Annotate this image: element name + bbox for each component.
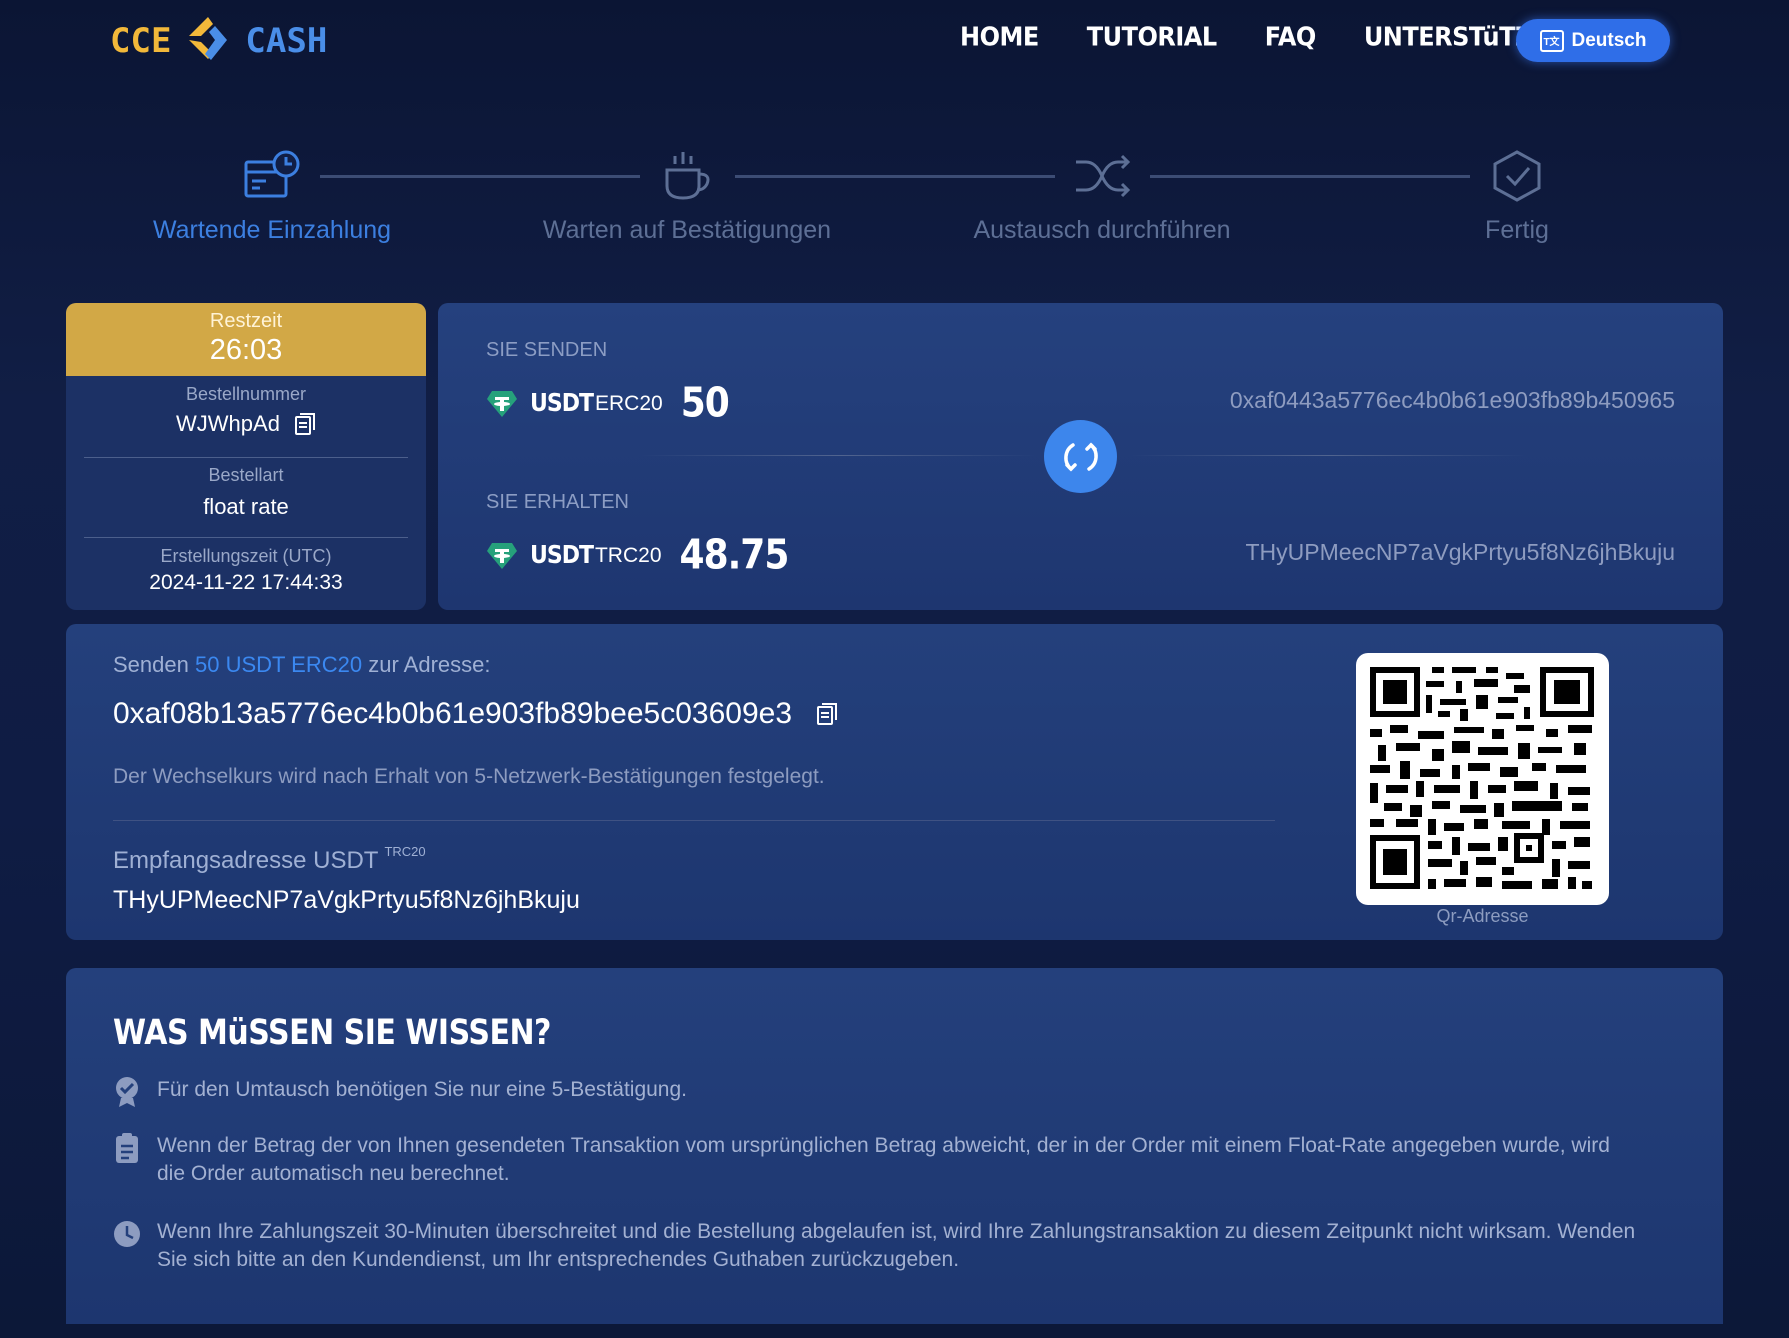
divider <box>1128 455 1528 456</box>
receive-row: USDT TRC20 48.75 <box>486 531 790 580</box>
exchange-summary: SIE SENDEN USDT ERC20 50 0xaf0443a5776ec… <box>438 303 1723 610</box>
qr-code <box>1356 653 1609 905</box>
info-text: Wenn der Betrag der von Ihnen gesendeten… <box>157 1134 1610 1185</box>
order-type-label: Bestellart <box>208 465 284 485</box>
deposit-address[interactable]: 0xaf08b13a5776ec4b0b61e903fb89bee5c03609… <box>113 697 792 731</box>
send-amount: 50 <box>680 379 730 428</box>
step-label: Wartende Einzahlung <box>152 216 392 244</box>
timer: Restzeit 26:03 <box>66 303 426 376</box>
tether-icon <box>487 390 517 417</box>
step-label: Fertig <box>1485 216 1549 244</box>
language-icon: T文 <box>1539 29 1564 52</box>
timer-label: Restzeit <box>209 310 283 332</box>
send-amount-highlight: 50 USDT ERC20 <box>194 652 363 677</box>
send-label: SIE SENDEN <box>486 339 608 361</box>
logo-mark-icon <box>189 17 228 60</box>
info-item: Wenn der Betrag der von Ihnen gesendeten… <box>113 1132 1637 1188</box>
rate-note: Der Wechselkurs wird nach Erhalt von 5-N… <box>113 765 825 788</box>
language-button[interactable]: T文 Deutsch <box>1516 19 1670 62</box>
coffee-cup-icon <box>665 152 710 200</box>
send-network: ERC20 <box>594 391 663 415</box>
clipboard-icon <box>116 1133 138 1163</box>
receive-label: SIE ERHALTEN <box>486 491 629 513</box>
receive-network: TRC20 <box>594 543 662 567</box>
info-item: Für den Umtausch benötigen Sie nur eine … <box>113 1076 1637 1108</box>
info-text: Wenn Ihre Zahlungszeit 30-Minuten übersc… <box>157 1220 1636 1271</box>
order-number-row: Bestellnummer WJWhpAd <box>66 376 426 457</box>
info-panel: WAS MüSSEN SIE WISSEN? Für den Umtausch … <box>66 968 1723 1324</box>
tether-icon <box>487 542 517 569</box>
qr-code-image <box>1370 667 1594 889</box>
clock-icon <box>114 1221 140 1247</box>
deposit-panel: Senden 50 USDT ERC20 zur Adresse: 0xaf08… <box>66 624 1723 940</box>
step-exchange: Austausch durchführen <box>932 140 1272 245</box>
order-number-label: Bestellnummer <box>185 384 307 404</box>
send-suffix: zur Adresse: <box>368 652 491 677</box>
logo[interactable]: CCE CASH <box>110 12 327 70</box>
order-info-card: Restzeit 26:03 Bestellnummer WJWhpAd Bes… <box>66 303 426 610</box>
send-coin: USDT <box>530 389 594 418</box>
swap-button[interactable] <box>1044 420 1117 493</box>
receive-address-label-text: Empfangsadresse USDT <box>113 847 379 874</box>
receive-coin: USDT <box>530 541 594 570</box>
step-waiting-confirmations: Warten auf Bestätigungen <box>517 140 857 245</box>
step-label: Warten auf Bestätigungen <box>542 216 832 244</box>
send-row: USDT ERC20 50 <box>486 379 730 428</box>
nav-home[interactable]: HOME <box>960 16 1039 57</box>
send-address: 0xaf0443a5776ec4b0b61e903fb89b450965 <box>1229 387 1675 413</box>
copy-icon[interactable] <box>816 702 838 726</box>
step-waiting-deposit: Wartende Einzahlung <box>102 140 442 245</box>
nav-tutorial[interactable]: TUTORIAL <box>1087 16 1217 57</box>
copy-icon[interactable] <box>294 412 316 436</box>
timer-value: 26:03 <box>209 334 283 366</box>
language-label: Deutsch <box>1571 29 1647 51</box>
created-value: 2024-11-22 17:44:33 <box>149 571 343 594</box>
logo-text-cash: CASH <box>245 21 328 61</box>
send-prefix: Senden <box>113 652 189 677</box>
receive-address-value: THyUPMeecNP7aVgkPrtyu5f8Nz6jhBkuju <box>113 886 580 914</box>
send-instruction: Senden 50 USDT ERC20 zur Adresse: <box>113 652 491 678</box>
receive-amount: 48.75 <box>679 531 790 580</box>
order-type-row: Bestellart float rate <box>66 458 426 537</box>
shuffle-icon <box>1076 154 1131 198</box>
divider <box>113 820 1275 821</box>
deposit-clock-icon <box>244 150 300 198</box>
progress-steps: Wartende Einzahlung Warten auf Bestätigu… <box>0 140 1789 260</box>
nav-faq[interactable]: FAQ <box>1265 16 1317 57</box>
created-row: Erstellungszeit (UTC) 2024-11-22 17:44:3… <box>66 538 426 595</box>
info-item: Wenn Ihre Zahlungszeit 30-Minuten übersc… <box>113 1218 1637 1274</box>
receive-address: THyUPMeecNP7aVgkPrtyu5f8Nz6jhBkuju <box>1245 539 1675 565</box>
refresh-icon <box>1063 442 1098 471</box>
logo-text-cce: CCE <box>110 21 172 61</box>
step-label: Austausch durchführen <box>973 216 1231 244</box>
order-type-value: float rate <box>203 494 289 519</box>
deposit-address-row: 0xaf08b13a5776ec4b0b61e903fb89bee5c03609… <box>113 697 838 731</box>
receive-address-label: Empfangsadresse USDT TRC20 <box>113 844 426 875</box>
created-label: Erstellungszeit (UTC) <box>160 546 332 566</box>
divider <box>638 455 1038 456</box>
receive-network-tag: TRC20 <box>384 844 426 859</box>
badge-check-icon <box>116 1077 138 1107</box>
check-shield-icon <box>1493 150 1541 202</box>
header: CCE CASH HOME TUTORIAL FAQ UNTERSTüTZUNG… <box>0 0 1789 90</box>
info-title: WAS MüSSEN SIE WISSEN? <box>113 1013 551 1054</box>
step-done: Fertig <box>1347 140 1687 245</box>
order-number-value: WJWhpAd <box>176 411 280 436</box>
qr-label: Qr-Adresse <box>1436 906 1529 926</box>
info-text: Für den Umtausch benötigen Sie nur eine … <box>157 1078 687 1101</box>
